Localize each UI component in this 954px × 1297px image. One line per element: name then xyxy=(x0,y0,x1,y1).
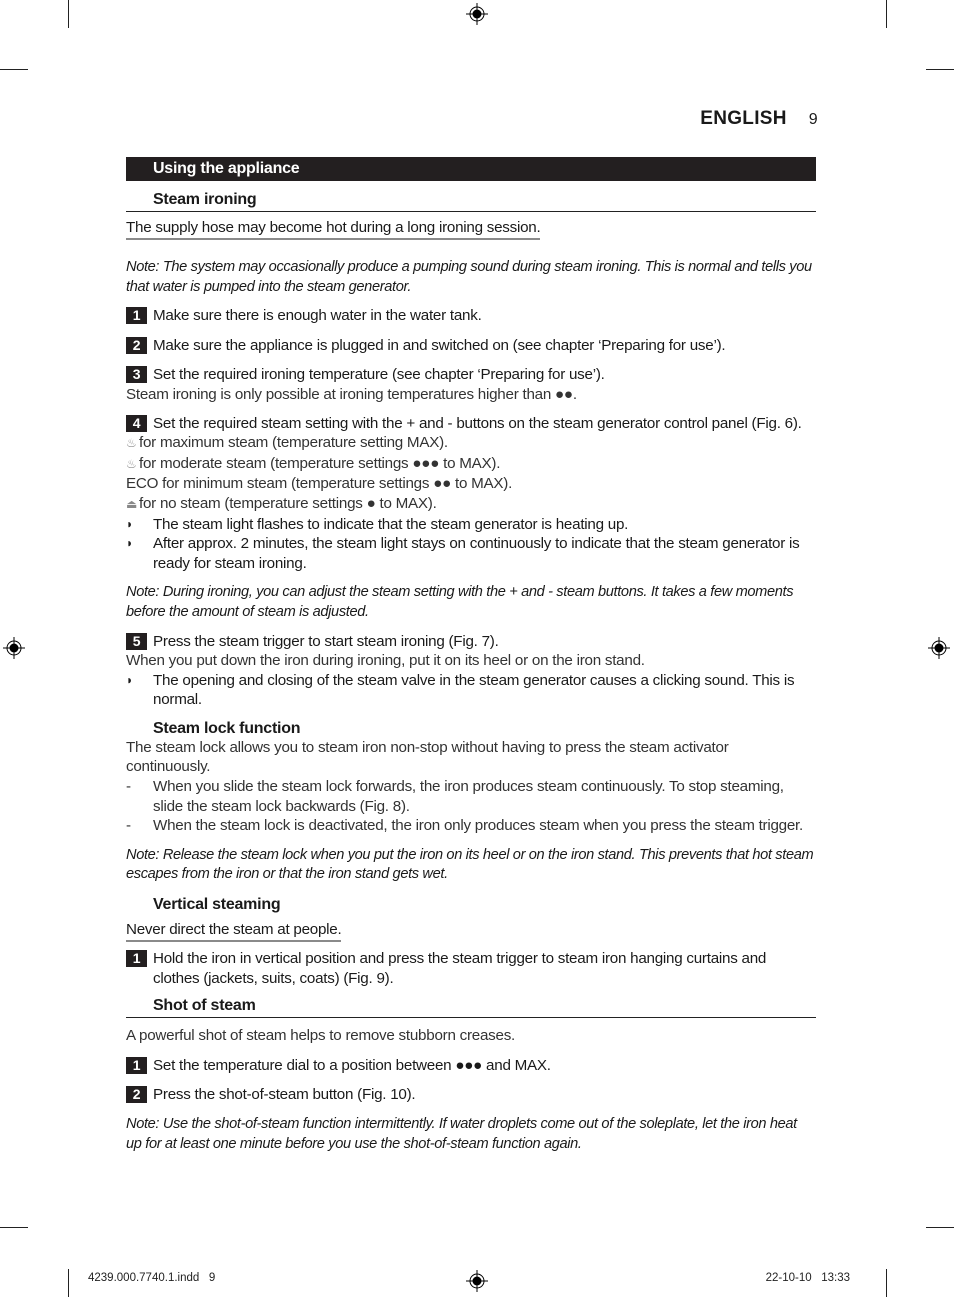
steam-setting-max: ♨ for maximum steam (temperature setting … xyxy=(126,433,816,454)
footer-datetime: 22-10-10 13:33 xyxy=(765,1272,850,1284)
section-title: Using the appliance xyxy=(126,157,816,181)
note-intermittent: Note: Use the shot-of-steam function int… xyxy=(126,1116,797,1152)
steam-setting-eco: ECO for minimum steam (temperature setti… xyxy=(126,475,513,493)
crop-mark xyxy=(68,1269,69,1297)
bullet-icon: ◗ xyxy=(126,672,133,687)
step: 3 Set the required ironing temperature (s… xyxy=(126,365,816,385)
step-number: 1 xyxy=(126,307,147,325)
step: 4 Set the required steam setting with the… xyxy=(126,414,816,434)
max-steam-icon: ♨ xyxy=(126,436,137,451)
crop-mark xyxy=(0,69,28,70)
moderate-steam-icon: ♨ xyxy=(126,456,137,471)
registration-mark-icon xyxy=(3,637,25,659)
dash-icon: - xyxy=(126,817,131,835)
no-steam-icon: ⏏ xyxy=(126,496,138,511)
dash-icon: - xyxy=(126,778,131,796)
step-text: Press the shot-of-steam button (Fig. 10)… xyxy=(153,1086,416,1104)
step-subtext: Steam ironing is only possible at ironin… xyxy=(126,385,577,403)
step-text: Make sure the appliance is plugged in an… xyxy=(153,336,726,354)
step-number: 2 xyxy=(126,1086,147,1104)
warning-people: Never direct the steam at people. xyxy=(126,919,342,943)
warning-supply-hose: The supply hose may become hot during a … xyxy=(126,217,541,240)
step: 1 Set the temperature dial to a position … xyxy=(126,1056,816,1076)
bullet-item: ◗ The steam light flashes to indicate tha… xyxy=(126,515,629,533)
crop-mark xyxy=(0,1227,28,1228)
step-text: Hold the iron in vertical position and p… xyxy=(153,950,767,987)
step-text: Set the required steam setting with the … xyxy=(153,414,802,432)
bullet-icon: ◗ xyxy=(126,516,133,531)
crop-mark xyxy=(68,0,69,28)
note-release-lock: Note: Release the steam lock when you pu… xyxy=(126,846,814,883)
note-pumping-sound: Note: The system may occasionally produc… xyxy=(126,259,812,295)
heading-steam-lock: Steam lock function xyxy=(153,719,301,737)
step-number: 3 xyxy=(126,366,147,384)
crop-mark xyxy=(886,0,887,28)
heading-vertical-steaming: Vertical steaming xyxy=(153,896,281,914)
steam-setting-moderate: ♨ for moderate steam (temperature setting… xyxy=(126,454,816,475)
dash-item: - When the steam lock is deactivated, the… xyxy=(126,817,804,835)
registration-mark-icon xyxy=(466,1270,488,1292)
bullet-icon: ◗ xyxy=(126,536,133,551)
crop-mark xyxy=(926,1227,954,1228)
bullet-item: ◗ The opening and closing of the steam va… xyxy=(126,671,795,709)
step-text: Make sure there is enough water in the w… xyxy=(153,307,482,325)
crop-mark xyxy=(886,1269,887,1297)
heading-steam-ironing: Steam ironing xyxy=(126,186,816,212)
step-text: Set the temperature dial to a position b… xyxy=(153,1056,551,1074)
heading-shot-of-steam: Shot of steam xyxy=(126,992,816,1019)
registration-mark-icon xyxy=(928,637,950,659)
crop-mark xyxy=(926,69,954,70)
steam-setting-none: ⏏ for no steam (temperature settings ● to… xyxy=(126,494,816,515)
page-header: ENGLISH 9 xyxy=(700,108,818,130)
step-subtext: When you put down the iron during ironin… xyxy=(126,652,645,670)
step-text: Set the required ironing temperature (se… xyxy=(153,366,605,384)
step-number: 1 xyxy=(126,950,147,968)
manual-content: Using the appliance Steam ironing The su… xyxy=(126,157,816,1154)
page-number: 9 xyxy=(808,111,818,128)
step: 2 Make sure the appliance is plugged in a… xyxy=(126,336,816,356)
step: 1 Hold the iron in vertical position and … xyxy=(126,949,816,988)
footer-filename: 4239.000.7740.1.indd 9 xyxy=(88,1272,216,1284)
note-adjust-steam: Note: During ironing, you can adjust the… xyxy=(126,584,794,620)
step: 2 Press the shot-of-steam button (Fig. 10… xyxy=(126,1085,816,1105)
step-number: 5 xyxy=(126,632,147,650)
registration-mark-icon xyxy=(466,3,488,25)
steam-lock-intro: The steam lock allows you to steam iron … xyxy=(126,738,729,776)
dash-item: - When you slide the steam lock forwards,… xyxy=(126,778,784,815)
step-text: Press the steam trigger to start steam i… xyxy=(153,632,499,650)
step-number: 4 xyxy=(126,414,147,432)
step-number: 2 xyxy=(126,336,147,354)
language-label: ENGLISH xyxy=(700,108,787,129)
bullet-item: ◗ After approx. 2 minutes, the steam ligh… xyxy=(126,535,800,572)
step: 5 Press the steam trigger to start steam … xyxy=(126,632,816,652)
step: 1 Make sure there is enough water in the … xyxy=(126,306,816,326)
shot-of-steam-intro: A powerful shot of steam helps to remove… xyxy=(126,1027,516,1045)
step-number: 1 xyxy=(126,1056,147,1074)
